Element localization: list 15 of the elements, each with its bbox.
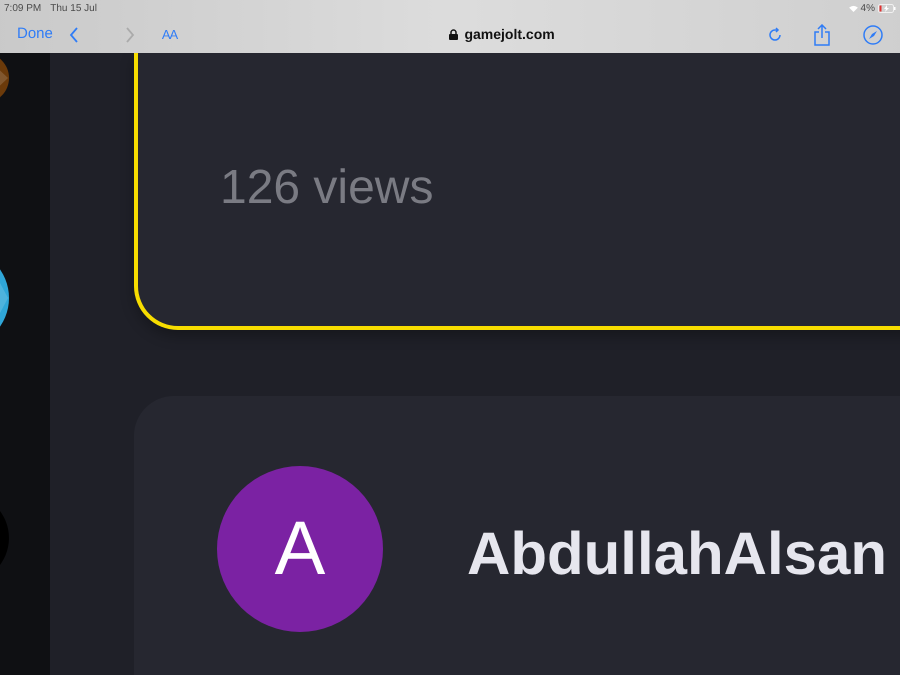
wifi-icon — [848, 4, 858, 12]
forward-icon[interactable] — [124, 26, 135, 42]
reload-icon[interactable] — [767, 26, 783, 42]
status-date: Thu 15 Jul — [50, 2, 97, 16]
avatar[interactable]: A — [217, 466, 383, 632]
lock-icon — [449, 29, 458, 40]
battery-level: 4% — [860, 2, 875, 16]
back-icon[interactable] — [68, 26, 79, 42]
share-icon[interactable] — [813, 24, 831, 46]
view-count: 126 views — [220, 160, 434, 216]
battery-icon — [878, 4, 896, 12]
status-time: 7:09 PM — [4, 2, 42, 16]
username[interactable]: AbdullahAlsan — [467, 509, 888, 599]
address-bar[interactable]: gamejolt.com — [464, 24, 555, 45]
compass-icon[interactable] — [863, 24, 883, 44]
